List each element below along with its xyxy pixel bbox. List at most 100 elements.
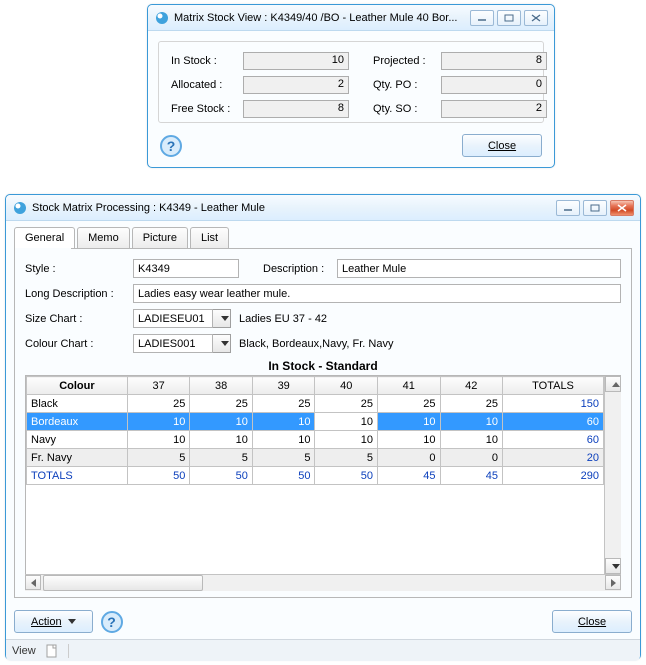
colour-chart-value[interactable] bbox=[133, 334, 213, 353]
scroll-up-button[interactable] bbox=[605, 376, 621, 392]
grid-header-totals[interactable]: TOTALS bbox=[503, 377, 604, 395]
cell[interactable]: 10 bbox=[440, 431, 503, 449]
totals-row: TOTALS505050504545290 bbox=[27, 467, 604, 485]
scrollbar-thumb[interactable] bbox=[43, 575, 203, 591]
description-input[interactable] bbox=[337, 259, 621, 278]
chevron-down-icon bbox=[221, 316, 229, 321]
table-row[interactable]: Navy10101010101060 bbox=[27, 431, 604, 449]
cell[interactable]: 5 bbox=[127, 449, 190, 467]
action-button[interactable]: Action bbox=[14, 610, 93, 633]
cell[interactable]: 10 bbox=[315, 431, 378, 449]
grid-header-size[interactable]: 37 bbox=[127, 377, 190, 395]
help-icon[interactable]: ? bbox=[160, 135, 182, 157]
table-row[interactable]: Bordeaux10101010101060 bbox=[27, 413, 604, 431]
vertical-scrollbar[interactable] bbox=[604, 376, 621, 574]
window-title: Stock Matrix Processing : K4349 - Leathe… bbox=[32, 202, 556, 214]
cell[interactable]: 25 bbox=[127, 395, 190, 413]
tab-general[interactable]: General bbox=[14, 227, 75, 248]
cell[interactable]: 10 bbox=[190, 431, 253, 449]
size-chart-combo[interactable] bbox=[133, 309, 231, 328]
grid-header-size[interactable]: 42 bbox=[440, 377, 503, 395]
totals-cell: 50 bbox=[127, 467, 190, 485]
bottom-bar: Action ? Close bbox=[6, 604, 640, 639]
grid-header-size[interactable]: 41 bbox=[377, 377, 440, 395]
cell[interactable]: 0 bbox=[377, 449, 440, 467]
cell[interactable]: 10 bbox=[252, 431, 315, 449]
cell[interactable]: 10 bbox=[252, 413, 315, 431]
cell[interactable]: 25 bbox=[252, 395, 315, 413]
scroll-right-button[interactable] bbox=[605, 575, 621, 590]
grid-header-size[interactable]: 39 bbox=[252, 377, 315, 395]
cell[interactable]: 10 bbox=[127, 413, 190, 431]
minimize-button[interactable] bbox=[470, 10, 494, 26]
close-button[interactable]: Close bbox=[462, 134, 542, 157]
close-button[interactable] bbox=[610, 200, 634, 216]
cell[interactable]: 25 bbox=[190, 395, 253, 413]
stock-matrix-processing-window: Stock Matrix Processing : K4349 - Leathe… bbox=[5, 194, 641, 660]
colour-chart-dropdown-button[interactable] bbox=[213, 334, 231, 353]
maximize-button[interactable] bbox=[497, 10, 521, 26]
cell[interactable]: 5 bbox=[315, 449, 378, 467]
cell[interactable]: 25 bbox=[315, 395, 378, 413]
projected-value: 8 bbox=[441, 52, 547, 70]
chevron-left-icon bbox=[31, 579, 36, 587]
style-input[interactable] bbox=[133, 259, 239, 278]
row-name: Black bbox=[27, 395, 128, 413]
maximize-button[interactable] bbox=[583, 200, 607, 216]
grid-header-size[interactable]: 38 bbox=[190, 377, 253, 395]
tab-picture[interactable]: Picture bbox=[132, 227, 188, 248]
app-icon bbox=[154, 10, 170, 26]
chevron-down-icon bbox=[221, 341, 229, 346]
cell[interactable]: 10 bbox=[315, 413, 378, 431]
stock-grid[interactable]: Colour373839404142TOTALS Black2525252525… bbox=[25, 375, 621, 575]
size-chart-value[interactable] bbox=[133, 309, 213, 328]
cell[interactable]: 10 bbox=[190, 413, 253, 431]
cell[interactable]: 5 bbox=[190, 449, 253, 467]
totals-cell: 50 bbox=[315, 467, 378, 485]
table-row[interactable]: Black252525252525150 bbox=[27, 395, 604, 413]
stock-grid-table[interactable]: Colour373839404142TOTALS Black2525252525… bbox=[26, 376, 604, 485]
cell[interactable]: 5 bbox=[252, 449, 315, 467]
free-stock-label: Free Stock : bbox=[171, 103, 243, 115]
qty-so-value: 2 bbox=[441, 100, 547, 118]
colour-chart-combo[interactable] bbox=[133, 334, 231, 353]
close-button[interactable] bbox=[524, 10, 548, 26]
close-button[interactable]: Close bbox=[552, 610, 632, 633]
size-chart-dropdown-button[interactable] bbox=[213, 309, 231, 328]
tabs: General Memo Picture List bbox=[6, 221, 640, 248]
cell[interactable]: 25 bbox=[377, 395, 440, 413]
horizontal-scrollbar[interactable] bbox=[25, 574, 621, 591]
cell[interactable]: 25 bbox=[440, 395, 503, 413]
cell[interactable]: 10 bbox=[127, 431, 190, 449]
colour-chart-text: Black, Bordeaux,Navy, Fr. Navy bbox=[239, 338, 393, 350]
grid-title: In Stock - Standard bbox=[25, 359, 621, 373]
help-icon[interactable]: ? bbox=[101, 611, 123, 633]
totals-label: TOTALS bbox=[27, 467, 128, 485]
scroll-left-button[interactable] bbox=[25, 575, 41, 590]
tab-list[interactable]: List bbox=[190, 227, 229, 248]
titlebar[interactable]: Matrix Stock View : K4349/40 /BO - Leath… bbox=[148, 5, 554, 31]
cell[interactable]: 10 bbox=[377, 413, 440, 431]
cell[interactable]: 10 bbox=[377, 431, 440, 449]
cell[interactable]: 10 bbox=[440, 413, 503, 431]
size-chart-text: Ladies EU 37 - 42 bbox=[239, 313, 327, 325]
status-bar: View bbox=[6, 639, 640, 661]
description-label: Description : bbox=[263, 263, 337, 275]
minimize-button[interactable] bbox=[556, 200, 580, 216]
grid-header-colour[interactable]: Colour bbox=[27, 377, 128, 395]
status-label: View bbox=[12, 645, 36, 657]
long-description-input[interactable] bbox=[133, 284, 621, 303]
projected-label: Projected : bbox=[373, 55, 441, 67]
free-stock-value: 8 bbox=[243, 100, 349, 118]
style-label: Style : bbox=[25, 263, 133, 275]
cell[interactable]: 0 bbox=[440, 449, 503, 467]
scroll-down-button[interactable] bbox=[605, 558, 621, 574]
titlebar[interactable]: Stock Matrix Processing : K4349 - Leathe… bbox=[6, 195, 640, 221]
tab-body-general: Style : Description : Long Description :… bbox=[14, 248, 632, 598]
chevron-up-icon bbox=[612, 382, 620, 387]
row-name: Navy bbox=[27, 431, 128, 449]
table-row[interactable]: Fr. Navy55550020 bbox=[27, 449, 604, 467]
tab-memo[interactable]: Memo bbox=[77, 227, 130, 248]
grid-header-size[interactable]: 40 bbox=[315, 377, 378, 395]
matrix-stock-view-window: Matrix Stock View : K4349/40 /BO - Leath… bbox=[147, 4, 555, 168]
